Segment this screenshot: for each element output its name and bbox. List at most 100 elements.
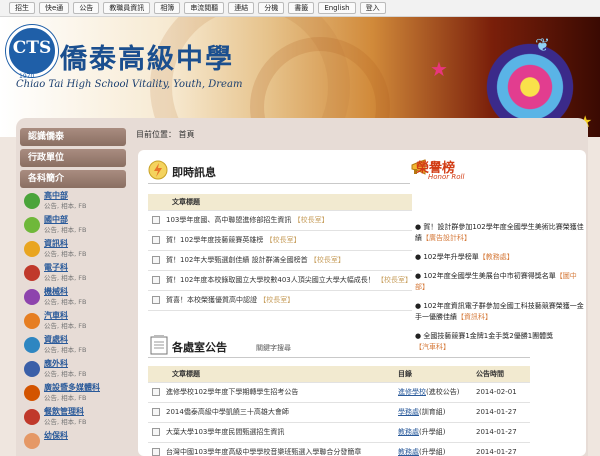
dept-name-link[interactable]: 餐飲管理科 [44, 407, 86, 417]
sidebar-dept-item[interactable]: 電子科 公告, 相本, FB [20, 263, 126, 287]
sidebar-dept-item[interactable]: 汽車科 公告, 相本, FB [20, 311, 126, 335]
dept-links[interactable]: 公告, 相本, FB [44, 249, 86, 259]
school-subtitle: Chiao Tai High School Vitality, Youth, D… [16, 79, 243, 90]
dept-icon [24, 289, 40, 305]
sidebar-dept-item[interactable]: 國中部 公告, 相本, FB [20, 215, 126, 239]
nav-button[interactable]: 相簿 [154, 2, 181, 14]
announce-row[interactable]: 台灣中國103學年度高級中學學校音樂班甄選入學聯合分發簡章 教務處(升學組) 201… [148, 442, 530, 456]
dept-links[interactable]: 公告, 相本, FB [44, 225, 86, 235]
news-link[interactable]: 賀！102年度本校錄取國立大學校數403人頂尖國立大學大幅成長！ [166, 276, 375, 284]
dept-icon [24, 385, 40, 401]
dept-icon [24, 265, 40, 281]
news-link[interactable]: 賀！102學年度技藝競賽英雄榜 [166, 236, 263, 244]
announce-link[interactable]: 進修學校102學年度下學期轉學生招考公告 [166, 388, 298, 396]
announce-row[interactable]: 2014僑泰高級中學凱饒三十高雄大會師 學務處(訓育組) 2014-01-27 [148, 402, 530, 423]
sidebar-dept-item[interactable]: 資處科 公告, 相本, FB [20, 335, 126, 359]
announce-row[interactable]: 大葉大學103學年度民間甄選招生資訊 教務處(升學組) 2014-01-27 [148, 422, 530, 443]
nav-button[interactable]: 招生 [9, 2, 35, 14]
honor-item[interactable]: ● 102學年升學榜單【教務處】 [415, 252, 585, 263]
dept-text: 幼保科 [44, 431, 68, 441]
announce-row[interactable]: 進修學校102學年度下學期轉學生招考公告 進修學校(進校公告) 2014-02-01 [148, 382, 530, 403]
dept-text: 資處科 公告, 相本, FB [44, 335, 86, 355]
news-row[interactable]: 賀喜！本校榮獲優質高中認證 【校長室】 [148, 290, 412, 311]
dept-name-link[interactable]: 國中部 [44, 215, 86, 225]
announce-dept-link[interactable]: 教務處 [398, 448, 419, 456]
announce-link[interactable]: 2014僑泰高級中學凱饒三十高雄大會師 [166, 408, 289, 416]
dept-links[interactable]: 公告, 相本, FB [44, 369, 86, 379]
news-link[interactable]: 賀！102年大學甄選創佳績 設計群滿全國榜首 [166, 256, 308, 264]
news-row[interactable]: 103學年度國、高中聯盟進修部招生資訊 【校長室】 [148, 210, 412, 231]
honor-tag: 【資訊科】 [457, 313, 492, 321]
nav-button[interactable]: 快e通 [39, 2, 70, 14]
document-icon [152, 448, 160, 456]
news-row[interactable]: 賀！102學年度技藝競賽英雄榜 【校長室】 [148, 230, 412, 251]
sidebar-dept-item[interactable]: 廣設暨多媒體科 公告, 相本, FB [20, 383, 126, 407]
document-icon [152, 216, 160, 224]
dept-name-link[interactable]: 汽車科 [44, 311, 86, 321]
honor-item[interactable]: ● 102年度資訊電子群參加全國工科技藝競賽榮獲一金手一優勝佳績【資訊科】 [415, 301, 585, 323]
dept-name-link[interactable]: 機械科 [44, 287, 86, 297]
dept-name-link[interactable]: 廣設暨多媒體科 [44, 383, 100, 393]
nav-button[interactable]: 教職員資訊 [103, 2, 151, 14]
dept-name-link[interactable]: 幼保科 [44, 431, 68, 441]
announce-link[interactable]: 大葉大學103學年度民間甄選招生資訊 [166, 428, 284, 436]
honor-item[interactable]: ● 102年度全國學生美展台中市初賽得獎名單【圖中部】 [415, 271, 585, 293]
announce-dept-link[interactable]: 學務處 [398, 408, 419, 416]
dept-links[interactable]: 公告, 相本, FB [44, 417, 86, 427]
news-link[interactable]: 賀喜！本校榮獲優質高中認證 [166, 296, 257, 304]
sidebar-header-depts: 各科簡介 [20, 170, 126, 188]
honor-link[interactable]: 102學年升學榜單 [423, 253, 478, 261]
dept-icon [24, 337, 40, 353]
announce-dept-link[interactable]: 進修學校 [398, 388, 426, 396]
announce-cat: (升學組) [419, 448, 446, 456]
news-col-title: 文章標題 [148, 194, 412, 211]
breadcrumb: 目前位置： 首頁 [136, 130, 195, 139]
dept-name-link[interactable]: 電子科 [44, 263, 86, 273]
sidebar-dept-item[interactable]: 高中部 公告, 相本, FB [20, 191, 126, 215]
dept-name-link[interactable]: 應外科 [44, 359, 86, 369]
news-title: 即時訊息 [172, 166, 216, 179]
dept-links[interactable]: 公告, 相本, FB [44, 345, 86, 355]
dept-name-link[interactable]: 資訊科 [44, 239, 86, 249]
nav-button[interactable]: 登入 [359, 2, 386, 14]
dept-name-link[interactable]: 資處科 [44, 335, 86, 345]
news-tag: 【校長室】 [309, 256, 345, 264]
nav-button[interactable]: English [318, 2, 356, 14]
honor-link[interactable]: 102年度資訊電子群參加全國工科技藝競賽榮獲一金手一優勝佳績 [415, 302, 584, 321]
dept-links[interactable]: 公告, 相本, FB [44, 201, 86, 211]
sidebar-header-admin[interactable]: 行政單位 [20, 149, 126, 167]
dept-text: 機械科 公告, 相本, FB [44, 287, 86, 307]
sidebar-header-about[interactable]: 認識僑泰 [20, 128, 126, 146]
honor-item[interactable]: ● 全國技藝競賽1金牌1金手獎2優勝1團體獎【汽車科】 [415, 331, 585, 353]
nav-button[interactable]: 連結 [228, 2, 255, 14]
dept-links[interactable]: 公告, 相本, FB [44, 393, 100, 403]
nav-button[interactable]: 公告 [73, 2, 100, 14]
announce-col-date: 公告時間 [476, 366, 530, 383]
announce-dept-link[interactable]: 教務處 [398, 428, 419, 436]
announce-date: 2014-02-01 [476, 382, 530, 403]
sidebar-dept-item[interactable]: 應外科 公告, 相本, FB [20, 359, 126, 383]
dept-name-link[interactable]: 高中部 [44, 191, 86, 201]
nav-button[interactable]: 分機 [258, 2, 285, 14]
announce-cat: (升學組) [419, 428, 446, 436]
news-row[interactable]: 賀！102年度本校錄取國立大學校數403人頂尖國立大學大幅成長！ 【校長室】 [148, 270, 412, 291]
dept-links[interactable]: 公告, 相本, FB [44, 273, 86, 283]
nav-button[interactable]: 串流閱聽 [184, 2, 225, 14]
document-icon [152, 428, 160, 436]
dept-links[interactable]: 公告, 相本, FB [44, 321, 86, 331]
nav-button[interactable]: 書籤 [288, 2, 315, 14]
announce-title: 各處室公告 [172, 341, 227, 354]
sidebar-dept-item[interactable]: 資訊科 公告, 相本, FB [20, 239, 126, 263]
honor-item[interactable]: ● 賀！設計群參加102學年度全國學生美術比賽榮獲佳績【廣告設計科】 [415, 222, 585, 244]
dept-links[interactable]: 公告, 相本, FB [44, 297, 86, 307]
sidebar-dept-item[interactable]: 機械科 公告, 相本, FB [20, 287, 126, 311]
honor-link[interactable]: 102年度全國學生美展台中市初賽得獎名單 [423, 272, 555, 280]
sidebar-dept-item[interactable]: 幼保科 [20, 431, 126, 455]
announce-link[interactable]: 台灣中國103學年度高級中學學校音樂班甄選入學聯合分發簡章 [166, 448, 361, 456]
honor-link[interactable]: 全國技藝競賽1金牌1金手獎2優勝1團體獎 [423, 332, 553, 340]
sidebar-dept-item[interactable]: 餐飲管理科 公告, 相本, FB [20, 407, 126, 431]
news-row[interactable]: 賀！102年大學甄選創佳績 設計群滿全國榜首 【校長室】 [148, 250, 412, 271]
keyword-search-link[interactable]: 關鍵字搜尋 [256, 343, 291, 353]
school-logo[interactable]: CTS [6, 25, 58, 77]
news-link[interactable]: 103學年度國、高中聯盟進修部招生資訊 [166, 216, 291, 224]
